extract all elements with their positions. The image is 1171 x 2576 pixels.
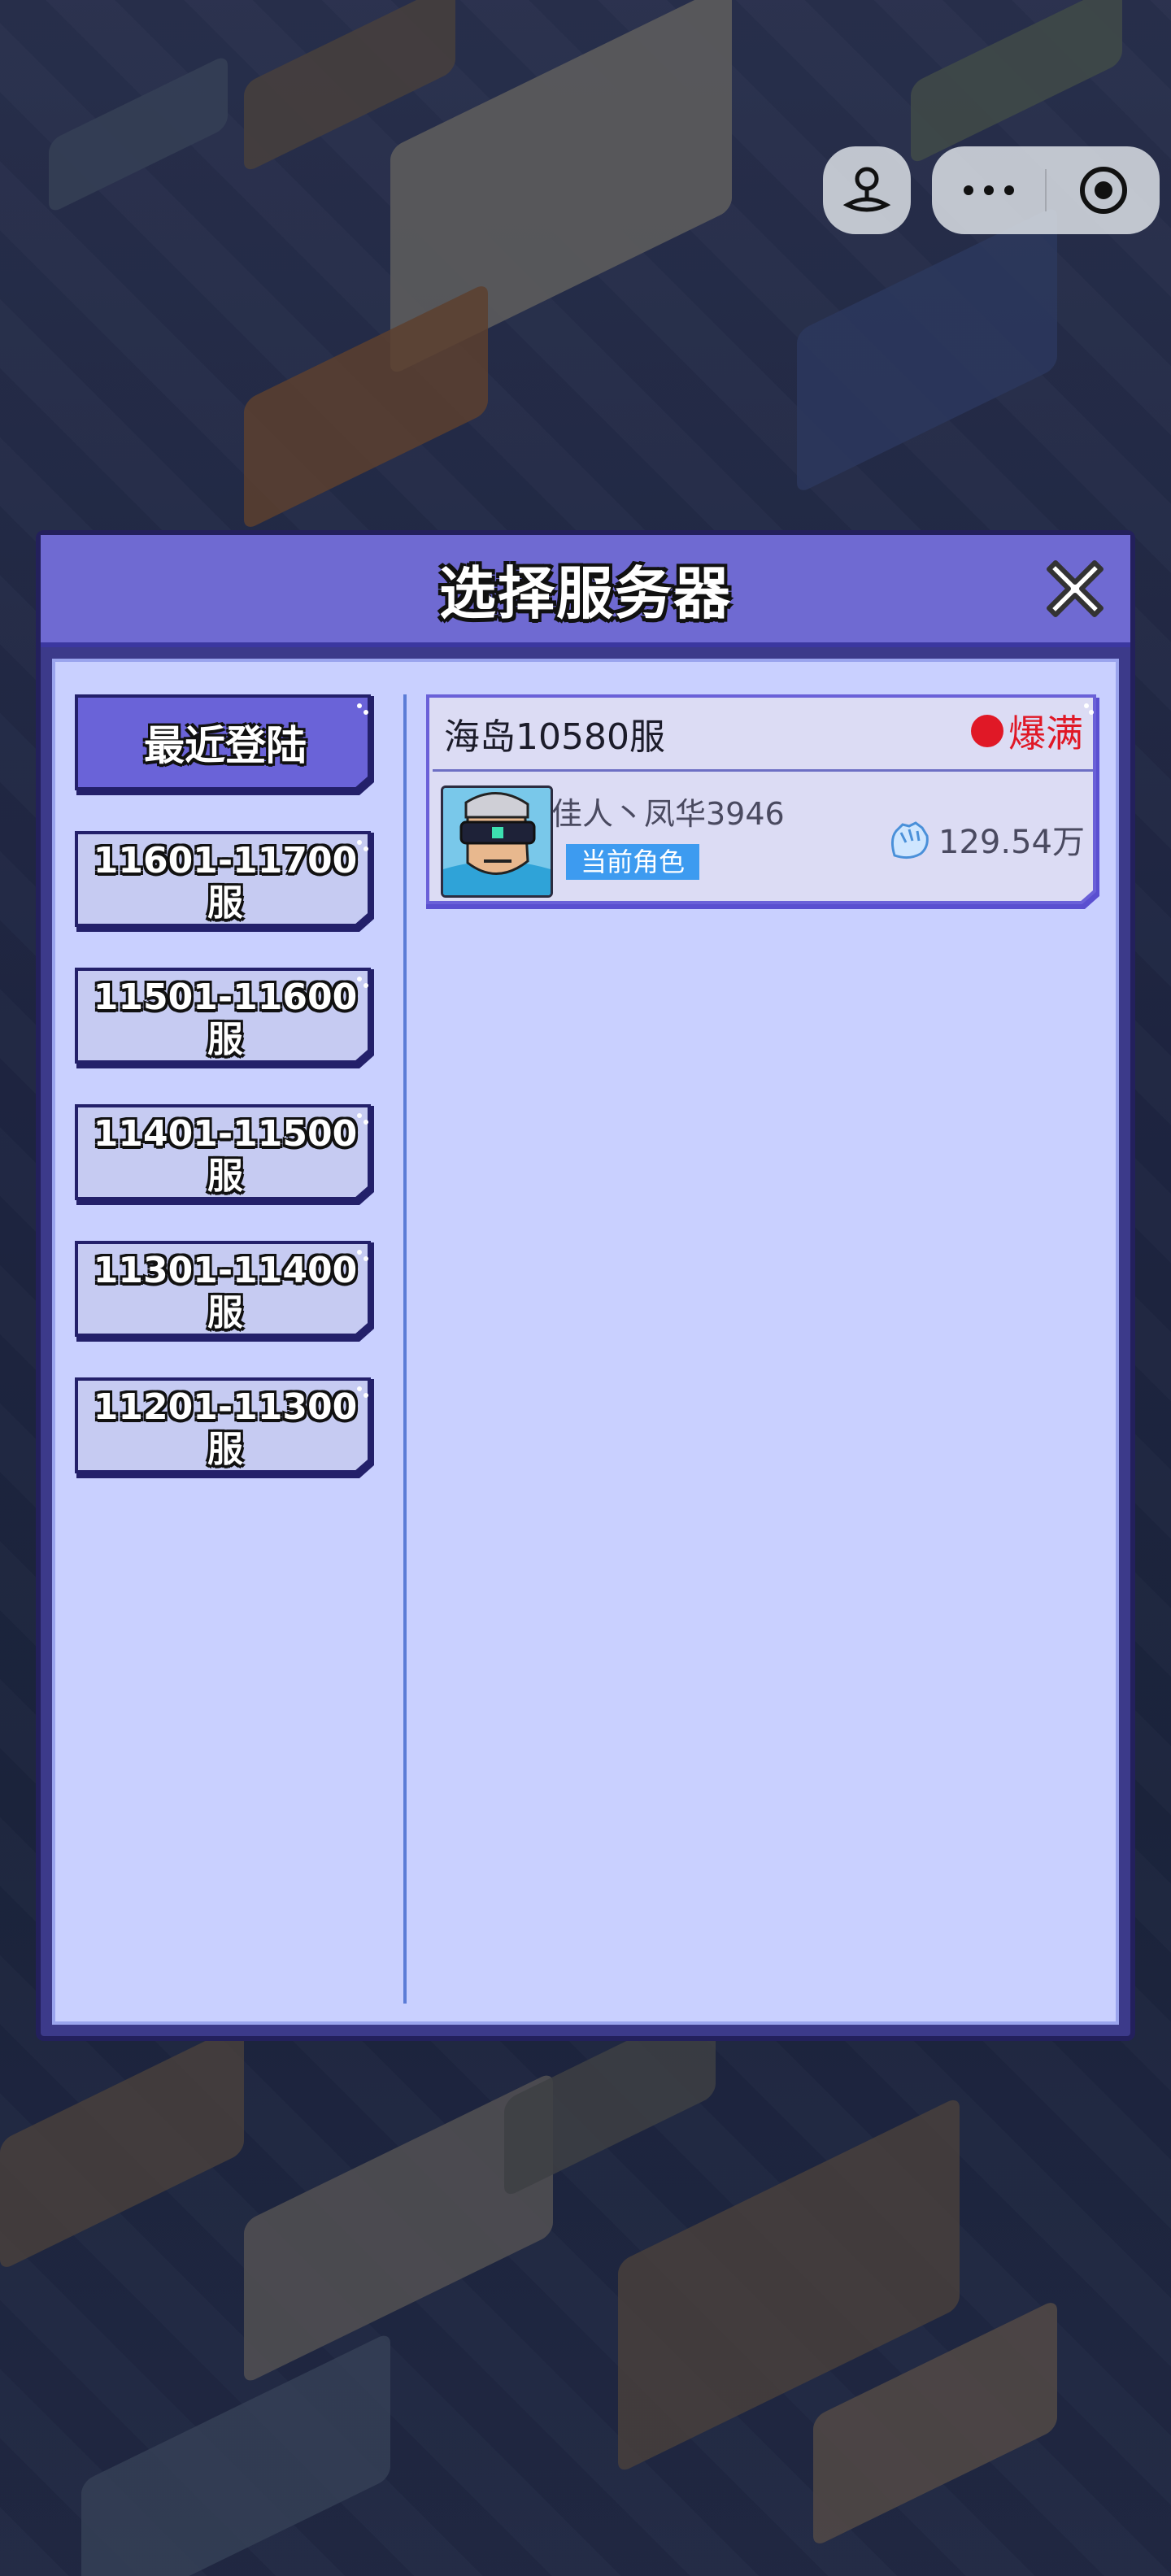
tab-label: 11201-11300 服 [93,1386,358,1470]
status-label: 爆满 [1008,711,1083,755]
server-status: 爆满 [971,704,1083,758]
modal-title: 选择服务器 [439,559,732,627]
server-select-modal: 选择服务器 最近登陆 11601-11700 服 11501-11600 服 1… [36,530,1135,2041]
panel-divider [403,694,407,2004]
mini-program-capsule [932,146,1160,234]
tab-label: 11601-11700 服 [93,840,358,924]
status-dot-icon [971,715,1003,747]
tab-label: 11501-11600 服 [93,977,358,1060]
avatar [441,785,553,898]
tab-range-11501-11600[interactable]: 11501-11600 服 [73,966,377,1072]
joystick-button[interactable] [823,146,911,234]
power-display: 129.54万 [885,815,1085,864]
modal-header: 选择服务器 [41,535,1130,647]
modal-body: 最近登陆 11601-11700 服 11501-11600 服 11401-1… [52,659,1119,2025]
tab-range-11401-11500[interactable]: 11401-11500 服 [73,1103,377,1208]
tab-label: 最近登陆 [144,722,307,769]
more-button[interactable] [932,146,1045,234]
close-icon [1047,560,1104,617]
more-dots-icon [963,185,1014,195]
tab-range-11301-11400[interactable]: 11301-11400 服 [73,1239,377,1345]
tab-label: 11401-11500 服 [93,1113,358,1197]
tab-range-11201-11300[interactable]: 11201-11300 服 [73,1376,377,1482]
tab-range-11601-11700[interactable]: 11601-11700 服 [73,829,377,935]
joystick-icon [842,167,891,212]
server-card[interactable]: 海岛10580服 爆满 佳人丶凤华3946 当前角色 129.54万 [423,693,1103,912]
tab-recent-login[interactable]: 最近登陆 [73,693,377,798]
current-role-badge: 当前角色 [566,844,700,880]
tab-label: 11301-11400 服 [93,1250,358,1334]
exit-button[interactable] [1047,146,1160,234]
target-circle-icon [1079,167,1127,214]
server-name: 海岛10580服 [444,716,665,758]
card-separator [433,769,1093,772]
fist-icon [891,821,929,859]
server-range-tabs: 最近登陆 11601-11700 服 11501-11600 服 11401-1… [73,693,377,1512]
power-value: 129.54万 [938,824,1085,861]
close-button[interactable] [1036,550,1114,628]
character-name: 佳人丶凤华3946 [551,796,785,832]
